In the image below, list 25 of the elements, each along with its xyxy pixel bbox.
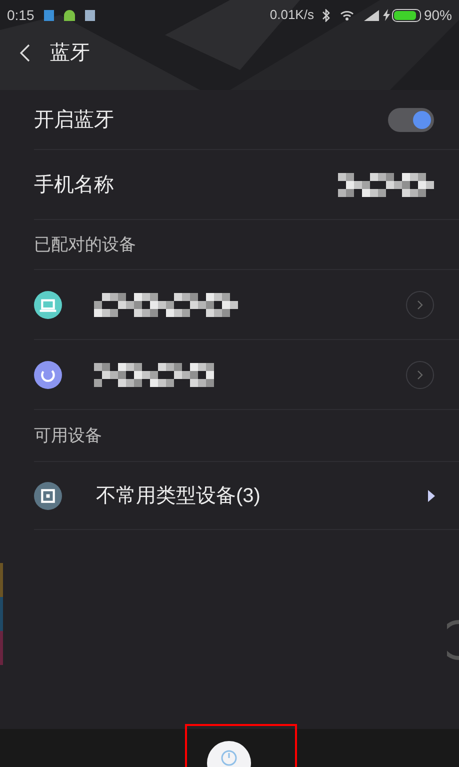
page-title: 蓝牙 <box>50 41 90 66</box>
status-time: 0:15 <box>7 6 34 24</box>
battery-icon <box>392 8 421 22</box>
chevron-icon <box>417 370 423 380</box>
setting-label: 开启蓝牙 <box>34 108 115 132</box>
section-header: 可用设备 <box>34 424 102 447</box>
charging-icon <box>382 9 390 21</box>
toggle-switch[interactable] <box>388 108 434 132</box>
app-icon <box>44 10 54 20</box>
android-icon <box>64 10 76 20</box>
section-header: 已配对的设备 <box>34 234 136 256</box>
timer-icon <box>220 749 238 767</box>
bluetooth-icon <box>322 8 330 22</box>
triangle-icon <box>428 490 435 502</box>
setting-label: 手机名称 <box>34 172 115 198</box>
app-icon <box>85 10 96 20</box>
device-group-label[interactable]: 不常用类型设备(3) <box>96 480 428 510</box>
chevron-icon <box>417 300 423 310</box>
signal-icon <box>364 10 379 20</box>
network-speed: 0.01K/s <box>270 6 314 24</box>
wifi-icon <box>340 10 354 20</box>
pixelated-text-icon <box>94 292 238 316</box>
battery-percent: 90% <box>424 6 452 24</box>
pixelated-text-icon <box>338 172 434 196</box>
pixelated-text-icon <box>94 362 214 386</box>
